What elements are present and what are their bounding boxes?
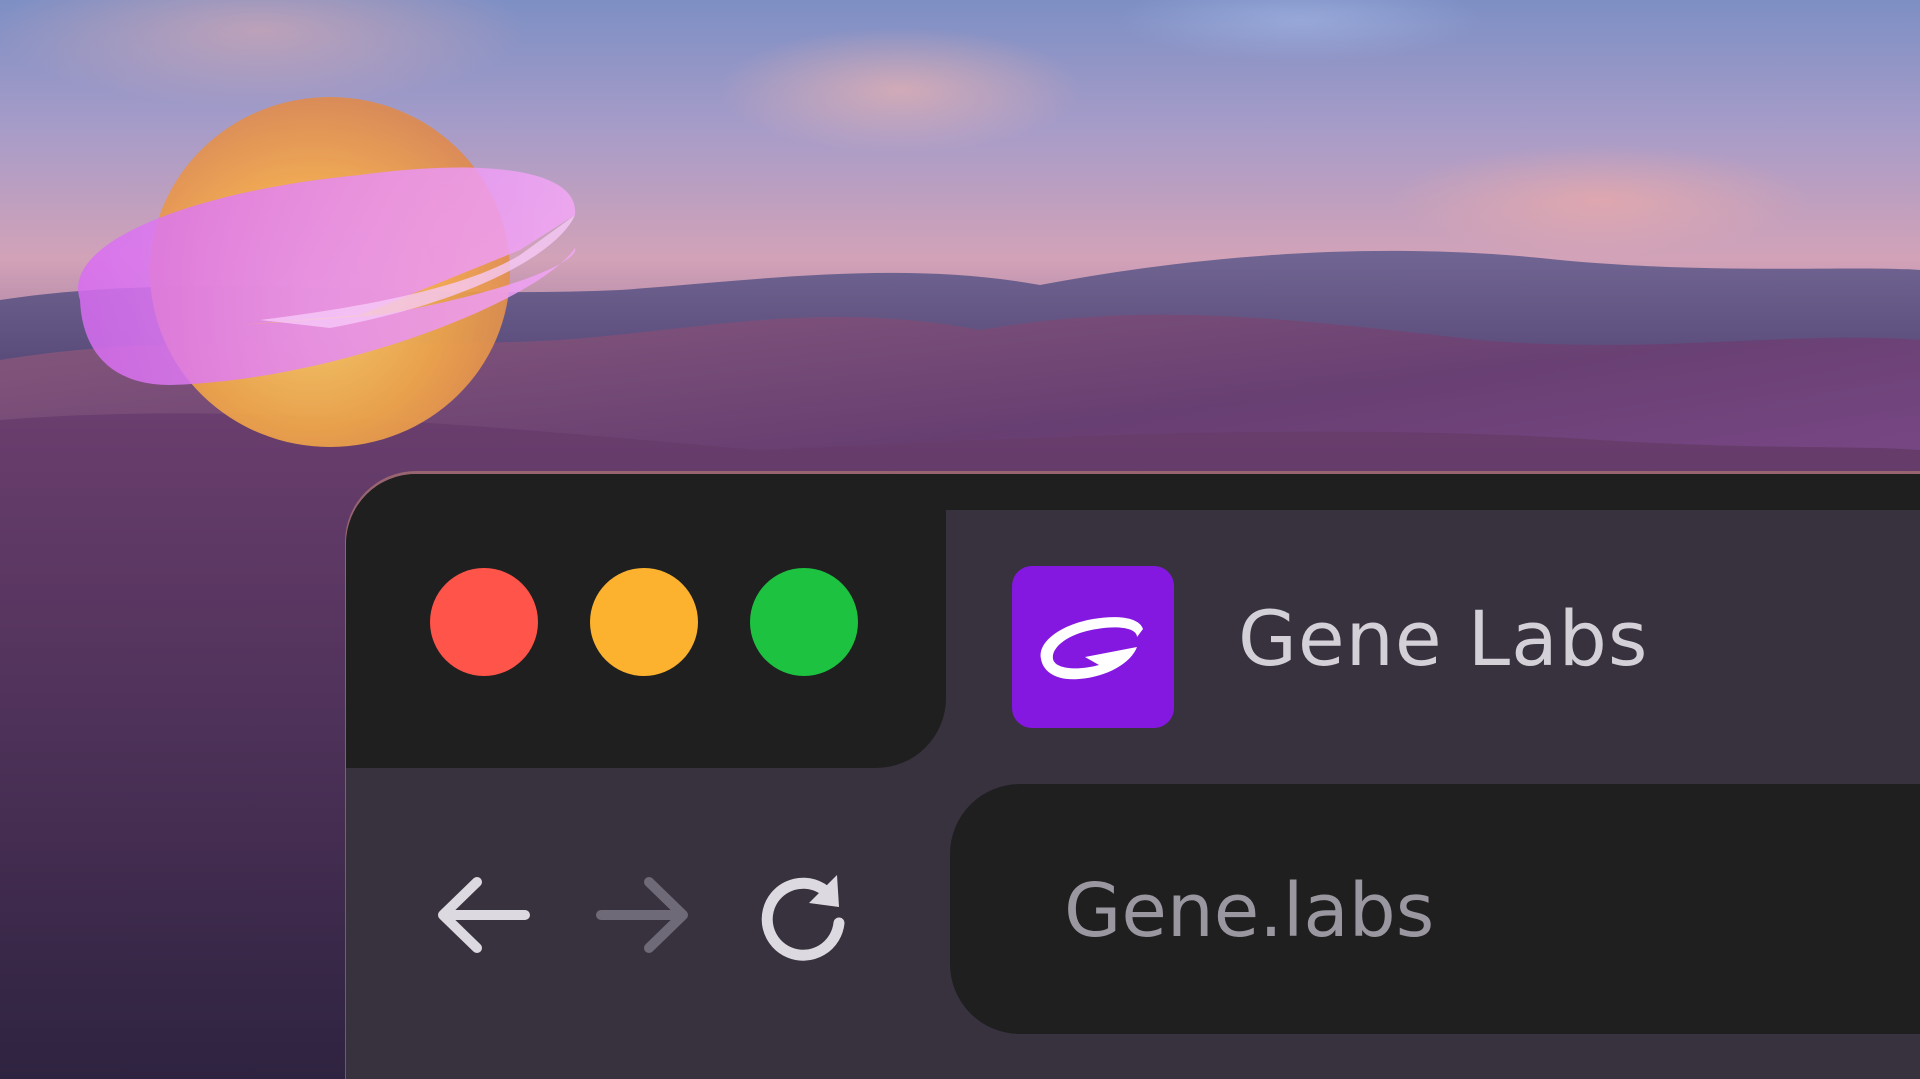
gene-labs-logo-icon	[1012, 566, 1174, 728]
address-bar[interactable]: Gene.labs	[950, 784, 1920, 1034]
gene-labs-logo-glyph-icon	[1040, 617, 1143, 680]
browser-window: Gene Labs Gene.labs	[346, 474, 1920, 1079]
reload-button[interactable]	[748, 860, 858, 970]
tab-title: Gene Labs	[1238, 594, 1649, 683]
desktop-backdrop: Gene Labs Gene.labs	[0, 0, 1920, 1079]
minimize-button[interactable]	[590, 568, 698, 676]
zoom-button[interactable]	[750, 568, 858, 676]
forward-button[interactable]	[588, 860, 698, 970]
reload-icon	[761, 875, 845, 961]
back-button[interactable]	[428, 860, 538, 970]
arrow-right-icon	[596, 877, 688, 953]
arrow-left-icon	[438, 877, 530, 953]
url-text[interactable]: Gene.labs	[1064, 868, 1434, 954]
window-controls	[346, 474, 946, 768]
close-button[interactable]	[430, 568, 538, 676]
